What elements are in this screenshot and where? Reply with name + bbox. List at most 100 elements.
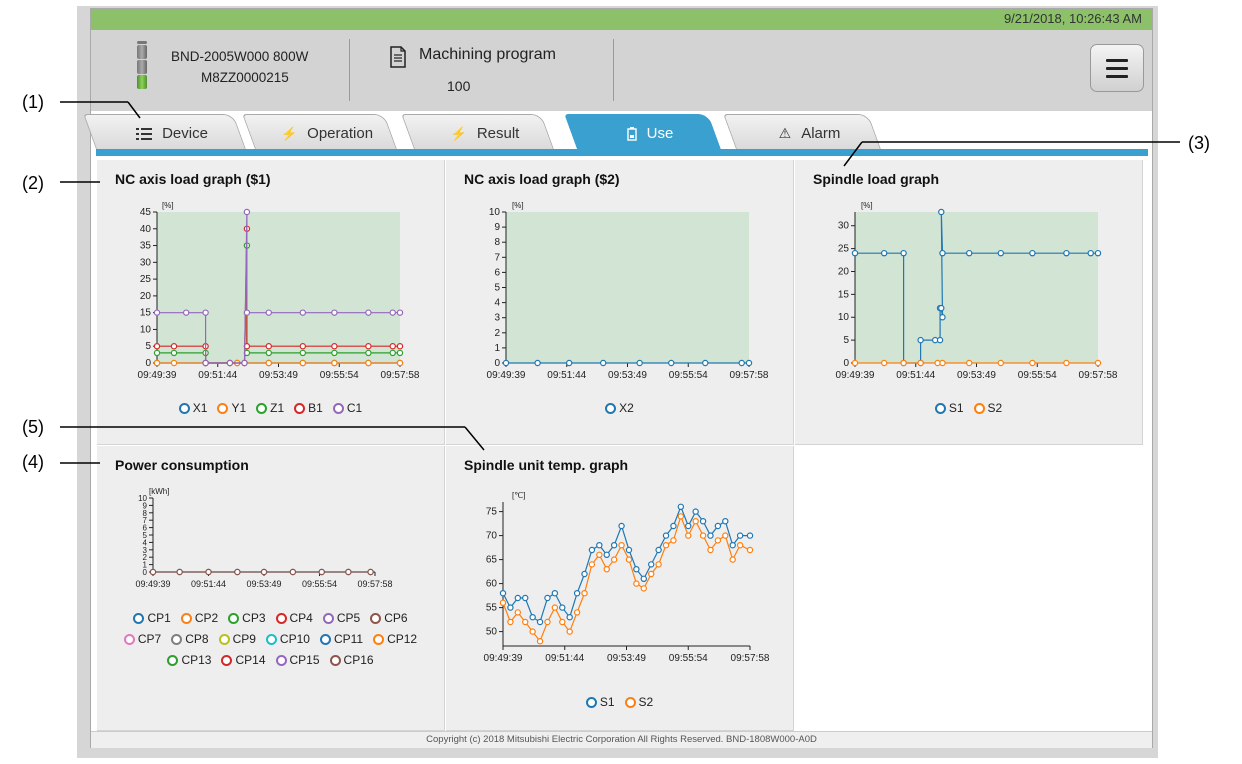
data-point-X2	[534, 359, 541, 367]
legend-marker-icon	[370, 613, 382, 624]
data-point-S2	[736, 541, 744, 549]
data-point-S2	[722, 532, 729, 539]
legend-item-CP1[interactable]: CP1	[133, 608, 171, 629]
data-point-S2	[529, 628, 536, 635]
legend-item-CP9[interactable]: CP9	[218, 629, 256, 650]
legend-item-S1[interactable]: S1	[585, 692, 615, 713]
legend-item-X2[interactable]: X2	[605, 398, 634, 419]
y-tick-label: 10	[489, 207, 501, 218]
data-point-Y1	[153, 359, 161, 367]
data-point-S1	[647, 561, 655, 568]
data-point-S1	[707, 532, 714, 539]
x-tick-label: 09:51:44	[896, 370, 935, 381]
legend-item-CP12[interactable]: CP12	[373, 629, 417, 650]
legend-item-CP5[interactable]: CP5	[322, 608, 361, 629]
legend-item-CP11[interactable]: CP11	[319, 629, 363, 650]
data-point-B1	[389, 343, 396, 350]
y-axis-label: [%]	[861, 201, 873, 210]
x-tick-label: 09:53:49	[607, 653, 646, 664]
legend-item-S1[interactable]: S1	[934, 398, 964, 419]
chart-legend: S1 S2	[446, 692, 793, 713]
legend-item-Z1[interactable]: Z1	[256, 398, 284, 419]
data-point-S2	[746, 546, 754, 554]
data-point-S2	[707, 546, 714, 554]
status-bar: 9/21/2018, 10:26:43 AM	[91, 9, 1152, 30]
data-point-CP16	[318, 568, 325, 576]
y-tick-label: 4	[494, 298, 500, 309]
legend-item-CP2[interactable]: CP2	[180, 608, 218, 629]
data-point-Z1	[331, 349, 338, 357]
legend-item-CP6[interactable]: CP6	[370, 608, 408, 629]
x-tick-label: 09:51:44	[545, 653, 584, 664]
legend-label: CP13	[181, 653, 212, 667]
legend-item-CP15[interactable]: CP15	[275, 650, 320, 671]
legend-item-CP7[interactable]: CP7	[123, 629, 161, 650]
y-tick-label: 5	[494, 283, 500, 294]
data-point-Y1	[265, 359, 272, 367]
y-tick-label: 65	[486, 555, 498, 566]
legend-item-CP4[interactable]: CP4	[275, 608, 313, 629]
legend-marker-icon	[332, 403, 344, 414]
legend-item-X1[interactable]: X1	[178, 398, 208, 419]
data-point-B1	[331, 343, 338, 350]
data-point-S1	[522, 594, 529, 602]
legend-item-B1[interactable]: B1	[294, 398, 323, 419]
legend-label: S1	[948, 401, 964, 415]
data-point-S1	[722, 517, 729, 525]
data-point-S2	[633, 580, 640, 587]
y-tick-label: 9	[494, 222, 500, 233]
data-point-S2	[640, 585, 647, 592]
x-tick-label: 09:53:49	[246, 579, 281, 589]
data-point-S1	[729, 541, 736, 549]
data-point-S1	[900, 249, 907, 257]
data-point-CP16	[149, 568, 157, 576]
legend-label: CP5	[336, 611, 361, 625]
data-point-S2	[588, 561, 596, 568]
legend-label: S2	[987, 401, 1003, 415]
data-point-S2	[603, 565, 610, 573]
legend-marker-icon	[294, 403, 306, 414]
warning-icon: ⚠	[778, 125, 792, 141]
legend-item-CP10[interactable]: CP10	[265, 629, 310, 650]
chart-power-consumption: [kWh]01234567891009:49:39 09:51:44 09:53:4…	[135, 487, 392, 589]
legend-item-CP14[interactable]: CP14	[221, 650, 266, 671]
data-point-S1	[938, 304, 945, 312]
data-point-B1	[299, 343, 306, 350]
legend-item-S2[interactable]: S2	[973, 398, 1003, 419]
legend-item-CP16[interactable]: CP16	[329, 650, 374, 671]
tab-result[interactable]: ⚡ Result	[401, 114, 555, 152]
plot-area	[855, 212, 1098, 363]
data-point-S1	[938, 208, 945, 216]
data-point-S1	[1094, 249, 1102, 257]
data-point-B1	[365, 343, 372, 350]
legend-item-Y1[interactable]: Y1	[217, 398, 246, 419]
y-tick-label: 55	[486, 603, 498, 614]
tab-operation[interactable]: ⚡ Operation	[242, 114, 398, 152]
data-point-S1	[746, 532, 754, 539]
data-point-C1	[331, 309, 338, 316]
y-tick-label: 5	[145, 341, 151, 352]
tab-device[interactable]: Device	[83, 114, 247, 152]
hamburger-menu-button[interactable]	[1090, 44, 1144, 92]
y-tick-label: 20	[838, 266, 850, 277]
legend-item-CP13[interactable]: CP13	[167, 650, 211, 671]
legend-label: S2	[638, 695, 654, 709]
data-point-S1	[677, 503, 685, 511]
legend-item-CP8[interactable]: CP8	[171, 629, 209, 650]
legend-item-C1[interactable]: C1	[332, 398, 362, 419]
legend-marker-icon	[133, 613, 145, 624]
legend-item-S2[interactable]: S2	[624, 692, 654, 713]
legend-label: X1	[192, 401, 208, 415]
data-point-S1	[1063, 249, 1070, 257]
data-point-S1	[544, 594, 551, 602]
data-point-S1	[936, 336, 944, 344]
tab-alarm[interactable]: ⚠ Alarm	[723, 114, 882, 152]
data-point-S2	[499, 599, 507, 606]
y-tick-label: 10	[140, 324, 152, 335]
legend-item-CP3[interactable]: CP3	[228, 608, 266, 629]
plot-area	[506, 212, 749, 363]
data-point-S1	[670, 522, 677, 530]
y-tick-label: 25	[838, 244, 850, 255]
tab-use[interactable]: Use	[564, 114, 722, 152]
legend-label: CP9	[232, 632, 256, 646]
